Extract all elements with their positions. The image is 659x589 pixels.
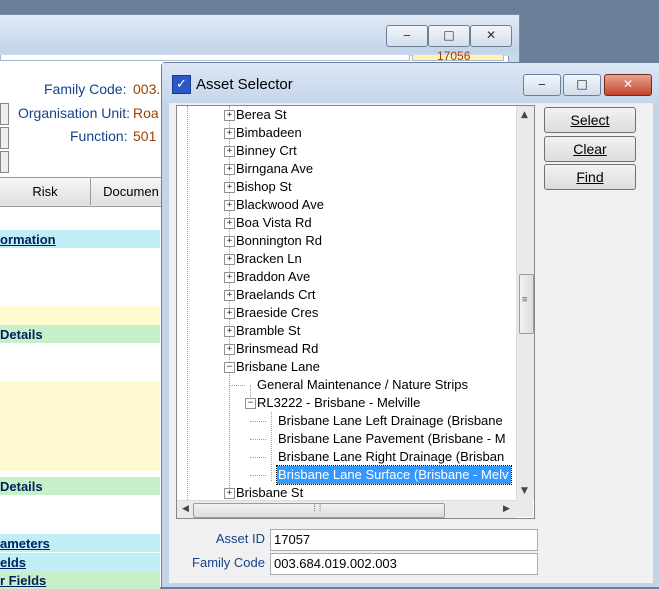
tree-line xyxy=(250,457,266,458)
tree-node[interactable]: Braelands Crt xyxy=(235,286,317,304)
asset-selector-dialog: ✓ Asset Selector ‒ □ ✕ + Berea St + Bimbade… xyxy=(161,62,659,588)
maximize-icon[interactable]: □ xyxy=(563,74,601,96)
expand-icon[interactable]: + xyxy=(224,164,235,175)
tree-node[interactable]: Brisbane Lane xyxy=(235,358,322,376)
row xyxy=(0,381,160,471)
scroll-thumb[interactable]: ≡ xyxy=(519,274,534,334)
tree-node[interactable]: Binney Crt xyxy=(235,142,299,160)
expand-icon[interactable]: + xyxy=(224,200,235,211)
side-button[interactable] xyxy=(0,151,9,173)
clear-button[interactable]: Clear xyxy=(544,136,636,162)
expand-icon[interactable]: + xyxy=(224,146,235,157)
scroll-down-icon[interactable]: ▼ xyxy=(521,486,528,496)
org-unit-value: Roa xyxy=(133,105,159,121)
scroll-up-icon[interactable]: ▲ xyxy=(521,110,528,120)
tree-node[interactable]: Braeside Cres xyxy=(235,304,320,322)
tree-line xyxy=(187,106,188,500)
main-window-titlebar: ‒ □ ✕ xyxy=(0,15,519,53)
minimize-icon[interactable]: ‒ xyxy=(523,74,561,96)
section-information[interactable]: ormation xyxy=(0,232,56,247)
tree-node[interactable]: Brinsmead Rd xyxy=(235,340,320,358)
family-code-label: Family Code xyxy=(192,555,265,570)
tree-node[interactable]: General Maintenance / Nature Strips xyxy=(256,376,470,394)
family-code-field[interactable]: 003.684.019.002.003 xyxy=(270,553,538,575)
expand-icon[interactable]: + xyxy=(224,290,235,301)
dialog-titlebar: ✓ Asset Selector ‒ □ ✕ xyxy=(162,63,659,103)
tree-node[interactable]: Berea St xyxy=(235,106,289,124)
vertical-scrollbar[interactable]: ▲ ≡ ▼ xyxy=(516,106,534,500)
tree-node[interactable]: Braddon Ave xyxy=(235,268,312,286)
tree-node[interactable]: Bishop St xyxy=(235,178,294,196)
minimize-icon[interactable]: ‒ xyxy=(386,25,428,47)
expand-icon[interactable]: + xyxy=(224,218,235,229)
expand-icon[interactable]: + xyxy=(224,182,235,193)
family-code-value: 003. xyxy=(133,81,161,97)
expand-icon[interactable]: + xyxy=(224,308,235,319)
title-field xyxy=(0,55,410,61)
record-id-value: 17056 xyxy=(437,49,471,63)
dialog-client: + Berea St + Bimbadeen + Binney Crt + Birngana … xyxy=(169,103,653,583)
tab-risk[interactable]: Risk xyxy=(0,178,91,205)
scroll-left-icon[interactable]: ◀ xyxy=(182,504,189,514)
tree-line xyxy=(229,385,245,386)
expand-icon[interactable]: + xyxy=(224,254,235,265)
tree-node[interactable]: Bramble St xyxy=(235,322,302,340)
close-icon[interactable]: ✕ xyxy=(604,74,652,96)
grip-icon: ⁞⁞ xyxy=(312,504,323,514)
tree-node[interactable]: Boa Vista Rd xyxy=(235,214,314,232)
side-button[interactable] xyxy=(0,103,9,125)
function-value: 501 xyxy=(133,128,157,144)
scroll-thumb[interactable]: ⁞⁞ xyxy=(193,503,445,518)
tree-node[interactable]: Bimbadeen xyxy=(235,124,304,142)
expand-icon[interactable]: + xyxy=(224,488,235,499)
tab-documents[interactable]: Documen xyxy=(91,178,172,205)
side-button[interactable] xyxy=(0,127,9,149)
section-parameters[interactable]: ameters xyxy=(0,536,50,551)
tree-line xyxy=(250,385,251,399)
org-unit-label: Organisation Unit: xyxy=(18,105,131,121)
expand-icon[interactable]: + xyxy=(224,128,235,139)
select-button[interactable]: Select xyxy=(544,107,636,133)
family-code-label: Family Code: xyxy=(44,81,127,97)
tree-node[interactable]: Brisbane Lane Right Drainage (Brisban xyxy=(277,448,506,466)
horizontal-scrollbar[interactable]: ◀ ⁞⁞ ▶ xyxy=(177,500,516,518)
tree-node[interactable]: Brisbane Lane Pavement (Brisbane - M xyxy=(277,430,508,448)
tree-line xyxy=(271,412,272,481)
tree-node[interactable]: Brisbane Lane Left Drainage (Brisbane xyxy=(277,412,505,430)
asset-id-label: Asset ID xyxy=(215,531,265,546)
checkbox-icon: ✓ xyxy=(172,75,191,94)
expand-icon[interactable]: + xyxy=(224,110,235,121)
dialog-title: Asset Selector xyxy=(196,76,293,93)
function-label: Function: xyxy=(70,128,128,144)
collapse-icon[interactable]: − xyxy=(224,362,235,373)
tree-line xyxy=(250,475,266,476)
tree-node[interactable]: Blackwood Ave xyxy=(235,196,326,214)
tree-node[interactable]: Bonnington Rd xyxy=(235,232,324,250)
expand-icon[interactable]: + xyxy=(224,326,235,337)
expand-icon[interactable]: + xyxy=(224,272,235,283)
maximize-icon[interactable]: □ xyxy=(428,25,470,47)
tree-node-selected[interactable]: Brisbane Lane Surface (Brisbane - Melv xyxy=(276,465,512,485)
tree-node[interactable]: Bracken Ln xyxy=(235,250,304,268)
record-id-field: 17056 xyxy=(412,49,504,63)
section-details: Details xyxy=(0,327,43,342)
tree-line xyxy=(250,421,266,422)
row xyxy=(0,306,160,326)
asset-tree[interactable]: + Berea St + Bimbadeen + Binney Crt + Birngana … xyxy=(176,105,535,519)
tree-line xyxy=(250,439,266,440)
expand-icon[interactable]: + xyxy=(224,236,235,247)
section-fields[interactable]: elds xyxy=(0,555,26,570)
asset-id-field[interactable]: 17057 xyxy=(270,529,538,551)
grip-icon: ≡ xyxy=(522,295,528,305)
find-button[interactable]: Find xyxy=(544,164,636,190)
scroll-right-icon[interactable]: ▶ xyxy=(503,504,510,514)
scroll-corner xyxy=(516,500,533,517)
collapse-icon[interactable]: − xyxy=(245,398,256,409)
tree-node[interactable]: Birngana Ave xyxy=(235,160,315,178)
tree-node[interactable]: RL3222 - Brisbane - Melville xyxy=(256,394,422,412)
section-details-2: Details xyxy=(0,479,43,494)
expand-icon[interactable]: + xyxy=(224,344,235,355)
close-icon[interactable]: ✕ xyxy=(470,25,512,47)
